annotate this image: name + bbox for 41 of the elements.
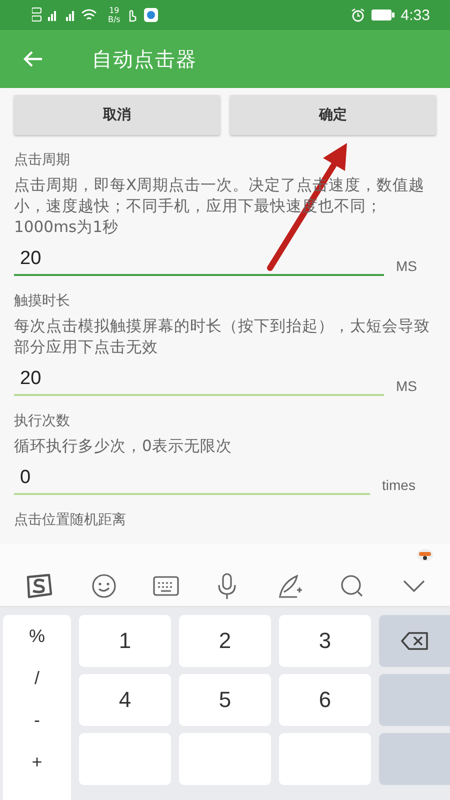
setting-label: 点击位置随机距离 <box>14 511 127 529</box>
backspace-key[interactable] <box>379 615 450 667</box>
unit-label: times <box>382 477 416 495</box>
ime-logo-icon[interactable] <box>24 573 54 599</box>
symbol-key[interactable]: % <box>3 615 71 657</box>
setting-label: 触摸时长 <box>14 292 71 310</box>
symbol-key[interactable]: + <box>3 741 71 783</box>
speed-unit: B/s <box>108 15 120 24</box>
digit-key[interactable]: 5 <box>179 674 271 726</box>
setting-label: 点击周期 <box>14 151 71 169</box>
battery-icon <box>370 9 395 21</box>
number-field[interactable]: 20 <box>14 242 384 276</box>
unit-label: MS <box>396 378 417 396</box>
setting-description: 每次点击模拟触摸屏幕的时长（按下到抬起），太短会导致部分应用下点击无效 <box>14 316 431 358</box>
unit-label: MS <box>396 258 417 276</box>
symbol-key[interactable]: / <box>3 657 71 699</box>
dialog-button[interactable]: 取消 <box>14 95 220 135</box>
dialog-button[interactable]: 确定 <box>230 95 436 135</box>
number-field[interactable]: 20 <box>14 362 384 396</box>
mascot-icon <box>416 548 434 562</box>
backspace-icon <box>400 631 428 651</box>
digit-key[interactable]: 6 <box>279 674 371 726</box>
clock: 4:33 <box>400 6 430 24</box>
setting-description: 循环执行多少次，0表示无限次 <box>14 436 233 457</box>
symbol-key[interactable]: - <box>3 699 71 741</box>
emoji-icon[interactable] <box>90 573 117 599</box>
network-speed: 19 <box>109 6 120 15</box>
digit-key[interactable]: 3 <box>279 615 371 667</box>
collapse-icon[interactable] <box>402 579 426 593</box>
back-arrow-icon <box>22 50 44 68</box>
keyboard-icon[interactable] <box>153 575 180 597</box>
digit-key[interactable]: 1 <box>79 615 171 667</box>
app-icon <box>144 8 158 22</box>
setting-label: 执行次数 <box>14 412 71 430</box>
digit-key[interactable]: 2 <box>179 615 271 667</box>
screen-title: 自动点击器 <box>92 46 197 72</box>
alarm-icon <box>350 8 365 22</box>
digit-key[interactable]: 4 <box>79 674 171 726</box>
number-field[interactable]: 0 <box>14 461 370 495</box>
microphone-icon[interactable] <box>216 572 238 600</box>
search-icon[interactable] <box>339 573 366 599</box>
